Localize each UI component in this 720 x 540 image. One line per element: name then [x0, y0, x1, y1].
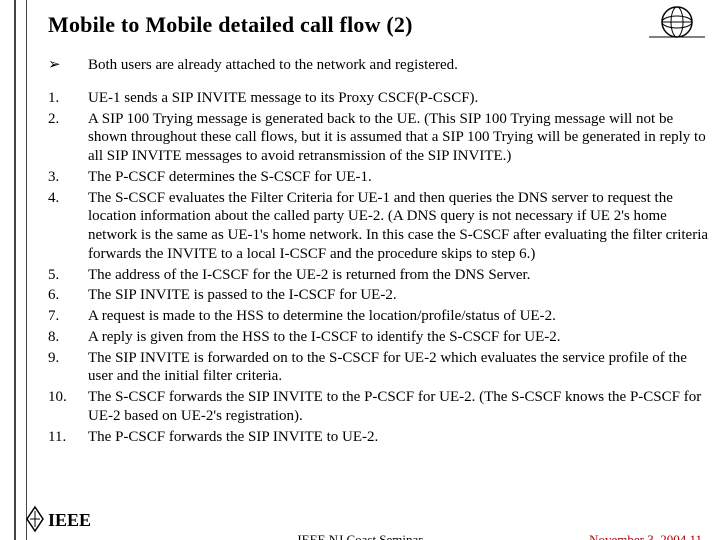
item-number: 4.: [48, 189, 88, 264]
item-text: The SIP INVITE is forwarded on to the S-…: [88, 349, 710, 387]
item-number: 2.: [48, 110, 88, 166]
item-number: 3.: [48, 168, 88, 187]
list-item: 4.The S-CSCF evaluates the Filter Criter…: [48, 189, 710, 264]
numbered-list: 1.UE-1 sends a SIP INVITE message to its…: [48, 89, 710, 447]
item-text: The SIP INVITE is passed to the I-CSCF f…: [88, 286, 710, 305]
list-item: 10.The S-CSCF forwards the SIP INVITE to…: [48, 388, 710, 426]
footer-date-page: November 3, 2004 11: [589, 532, 702, 540]
item-text: The S-CSCF evaluates the Filter Criteria…: [88, 189, 710, 264]
globe-logo-icon: [644, 4, 710, 40]
list-item: 9.The SIP INVITE is forwarded on to the …: [48, 349, 710, 387]
item-text: A SIP 100 Trying message is generated ba…: [88, 110, 710, 166]
item-text: The P-CSCF determines the S-CSCF for UE-…: [88, 168, 710, 187]
item-text: The P-CSCF forwards the SIP INVITE to UE…: [88, 428, 710, 447]
svg-text:IEEE: IEEE: [48, 510, 91, 530]
list-item: 1.UE-1 sends a SIP INVITE message to its…: [48, 89, 710, 108]
list-item: 2.A SIP 100 Trying message is generated …: [48, 110, 710, 166]
item-text: UE-1 sends a SIP INVITE message to its P…: [88, 89, 710, 108]
item-text: A reply is given from the HSS to the I-C…: [88, 328, 710, 347]
list-item: 11.The P-CSCF forwards the SIP INVITE to…: [48, 428, 710, 447]
item-text: The address of the I-CSCF for the UE-2 i…: [88, 266, 710, 285]
slide: Mobile to Mobile detailed call flow (2) …: [0, 0, 720, 540]
item-number: 5.: [48, 266, 88, 285]
item-text: The S-CSCF forwards the SIP INVITE to th…: [88, 388, 710, 426]
slide-title: Mobile to Mobile detailed call flow (2): [48, 12, 710, 38]
list-item: 8.A reply is given from the HSS to the I…: [48, 328, 710, 347]
slide-content: ➢ Both users are already attached to the…: [48, 56, 710, 446]
item-number: 11.: [48, 428, 88, 447]
item-number: 7.: [48, 307, 88, 326]
item-number: 9.: [48, 349, 88, 387]
intro-bullet-icon: ➢: [48, 56, 88, 75]
list-item: 3.The P-CSCF determines the S-CSCF for U…: [48, 168, 710, 187]
intro-row: ➢ Both users are already attached to the…: [48, 56, 710, 75]
list-item: 5.The address of the I-CSCF for the UE-2…: [48, 266, 710, 285]
item-number: 1.: [48, 89, 88, 108]
list-item: 7.A request is made to the HSS to determ…: [48, 307, 710, 326]
ieee-logo-icon: IEEE: [24, 504, 104, 534]
item-number: 8.: [48, 328, 88, 347]
item-text: A request is made to the HSS to determin…: [88, 307, 710, 326]
left-rule-decoration: [14, 0, 34, 540]
list-item: 6.The SIP INVITE is passed to the I-CSCF…: [48, 286, 710, 305]
intro-text: Both users are already attached to the n…: [88, 56, 710, 75]
item-number: 6.: [48, 286, 88, 305]
item-number: 10.: [48, 388, 88, 426]
